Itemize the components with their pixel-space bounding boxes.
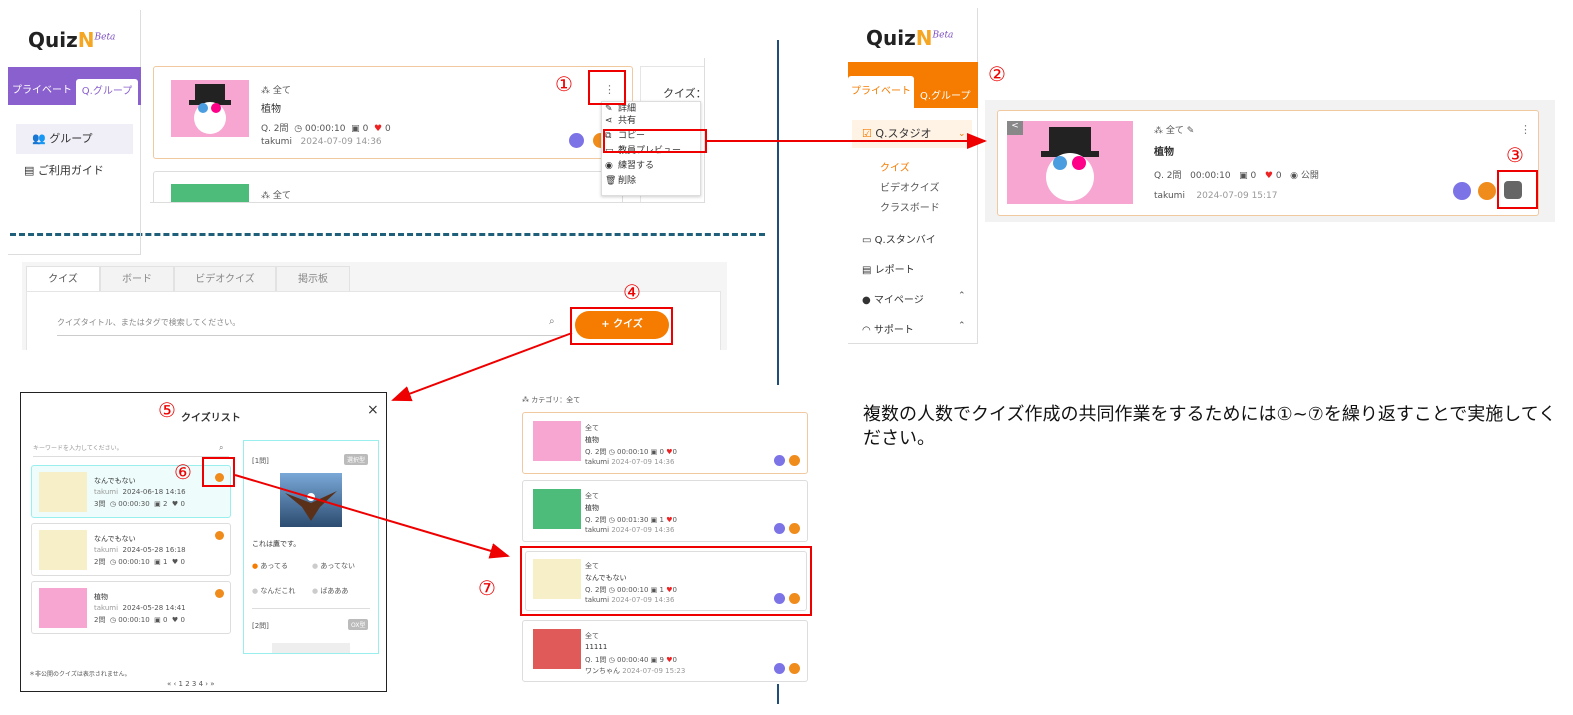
annotation-arrows [234, 133, 987, 559]
arrow-item-to-list [234, 474, 510, 559]
arrow-add-to-modal [391, 332, 573, 402]
